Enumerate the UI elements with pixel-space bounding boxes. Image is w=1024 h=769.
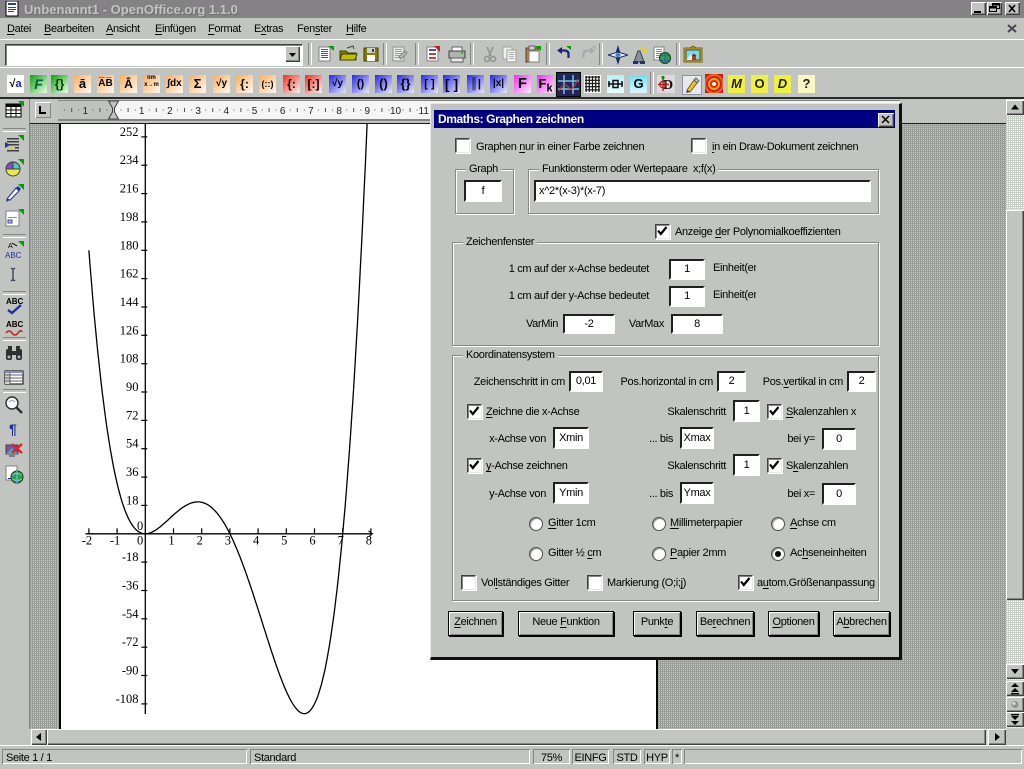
svg-text:54: 54 [126,437,139,451]
svg-text:2: 2 [197,533,203,547]
svg-text:4: 4 [224,106,230,117]
svg-text:4: 4 [253,533,260,547]
svg-text:¶: ¶ [9,421,17,437]
svg-text:72: 72 [126,408,139,422]
svg-text:ABC: ABC [6,297,24,306]
svg-text:2: 2 [167,106,173,117]
svg-text:ABC: ABC [5,251,22,260]
svg-text:-90: -90 [122,664,139,678]
svg-text:11: 11 [419,106,430,117]
svg-text:-108: -108 [116,692,139,706]
svg-text:1: 1 [168,533,174,547]
svg-text:216: 216 [120,182,139,196]
svg-text:162: 162 [120,267,139,281]
svg-text:7: 7 [308,106,314,117]
svg-text:1: 1 [83,106,89,117]
svg-text:6: 6 [280,106,286,117]
svg-text:-18: -18 [122,550,139,564]
svg-text:6: 6 [309,533,315,547]
svg-text:ABC: ABC [6,320,24,329]
svg-text:-72: -72 [122,635,139,649]
svg-text:0: 0 [137,533,143,547]
svg-text:-36: -36 [122,579,139,593]
svg-text:9: 9 [365,106,371,117]
svg-text:90: 90 [126,380,139,394]
svg-text:198: 198 [120,210,139,224]
svg-text:252: 252 [120,125,139,139]
svg-text:180: 180 [120,238,139,252]
svg-text:18: 18 [126,493,139,507]
svg-text:5: 5 [281,533,287,547]
svg-text:A: A [8,243,13,250]
svg-text:-2: -2 [82,533,92,547]
svg-text:108: 108 [120,352,139,366]
svg-text:D: D [663,78,673,93]
svg-text:126: 126 [120,323,139,337]
svg-text:36: 36 [126,465,139,479]
svg-text:5: 5 [252,106,258,117]
svg-text:10: 10 [390,106,402,117]
svg-text:8: 8 [336,106,342,117]
svg-text:3: 3 [195,106,201,117]
svg-text:1: 1 [139,106,145,117]
svg-text:144: 144 [120,295,140,309]
svg-text:8: 8 [366,533,372,547]
svg-text:-54: -54 [122,607,139,621]
svg-text:234: 234 [120,153,140,167]
svg-text:-1: -1 [110,533,120,547]
